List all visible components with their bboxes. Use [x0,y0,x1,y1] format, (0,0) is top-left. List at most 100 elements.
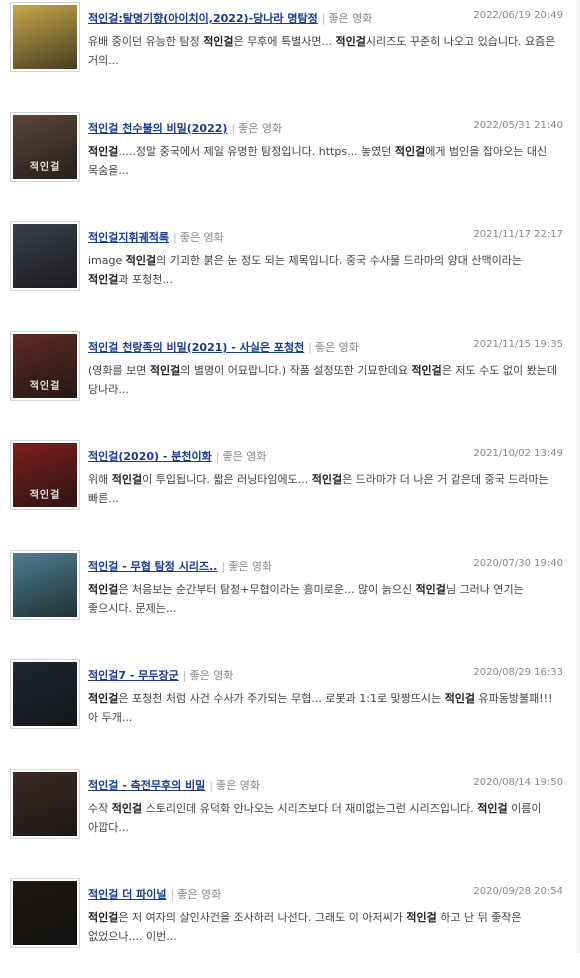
separator: | [215,450,220,463]
separator: | [221,559,226,573]
snippet-keyword: 적인걸 [444,692,476,705]
post-date: 2020/09/28 20:54 [473,886,563,897]
post-header: 적인걸 천수불의 비밀(2022) | 좋은 영화 2022/05/31 21:40 [88,120,563,136]
title-text: - 측전무후의 비밀 [118,778,206,792]
post-thumbnail[interactable] [10,549,80,620]
poster-image: 적인걸 [13,333,77,398]
snippet-keyword: 적인걸 [477,801,508,815]
snippet-text: image [88,254,126,267]
post-item: 적인걸7 - 무두장군 | 좋은 영화 2020/08/29 16:33 적인걸은 포청… [0,659,580,759]
post-title-link[interactable]: 적인걸 더 파이널 [88,888,167,901]
title-text: :탈명기향(아이치이,2022)-당나라 명탐정 [118,12,318,25]
post-item: 적인걸:탈명기향(아이치이,2022)-당나라 명탐정 | 좋은 영화 2022/06… [0,2,580,102]
post-thumbnail[interactable]: 적인걸 [10,330,80,401]
separator: | [182,669,187,682]
post-thumbnail[interactable] [10,221,80,291]
poster-caption: 적인걸 [29,380,61,392]
post-snippet: (영화를 보면 적인걸의 별명이 어묘랍니다.) 작품 설정또한 기묘한데요 적… [88,361,558,399]
snippet-text: 은 처음보는 순간부터 탐정+무협이라는 흥미로운... 많이 늙으신 [118,582,416,596]
snippet-keyword: 적인걸 [88,273,119,286]
snippet-text: 이 투입됩니다. 짧은 러닝타임에도... [142,473,312,486]
title-text: 천랑족의 비밀(2021) - 사실은 포청천 [118,340,305,354]
poster-image [13,881,77,945]
separator: | [170,888,175,901]
post-title-link[interactable]: 적인걸지휘궤적록 [88,231,169,244]
snippet-text: 유배 중이던 유능한 탐정 [88,35,204,48]
snippet-keyword: 적인걸 [311,473,343,486]
title-text: (2020) - 분천이화 [118,450,212,463]
post-title-link[interactable]: 적인걸 천수불의 비밀(2022) [88,122,227,135]
category-link[interactable]: 좋은 영화 [238,122,282,135]
post-item: 적인걸 - 측전무후의 비밀 | 좋은 영화 2020/08/14 19:50 수작 적… [0,768,580,869]
title-keyword: 적인걸 [88,121,119,135]
post-date: 2021/11/15 19:35 [473,338,563,350]
category-link[interactable]: 좋은 영화 [180,231,224,244]
post-item: 적인걸 적인걸(2020) - 분천이화 | 좋은 영화 2021/10/02 13:4… [0,440,580,540]
post-header: 적인걸(2020) - 분천이화 | 좋은 영화 2021/10/02 13:49 [88,448,563,464]
title-keyword: 적인걸 [88,778,119,792]
post-title-link[interactable]: 적인걸 천랑족의 비밀(2021) - 사실은 포청천 [88,341,304,354]
post-thumbnail[interactable] [10,768,80,839]
separator: | [209,778,213,792]
post-item: 적인걸지휘궤적록 | 좋은 영화 2021/11/17 22:17 image 적인걸의… [0,221,580,321]
post-thumbnail[interactable] [10,659,80,729]
post-thumbnail[interactable]: 적인걸 [10,440,80,510]
title-text: 천수불의 비밀(2022) [118,121,228,135]
separator: | [308,340,312,354]
post-title-link[interactable]: 적인걸(2020) - 분천이화 [88,450,212,463]
post-title-link[interactable]: 적인걸 - 무협 탐정 시리즈.. [88,560,217,573]
snippet-text: 의 기괴한 붉은 눈 정도 되는 제목입니다. 중국 수사물 드라마의 양대 산… [156,254,522,267]
title-keyword: 적인걸 [88,340,119,354]
post-snippet: 적인걸은 저 여자의 살인사건을 조사하러 나선다. 그래도 이 아저씨가 적인… [88,908,558,946]
poster-image [13,552,77,617]
category-link[interactable]: 좋은 영화 [189,669,233,682]
post-thumbnail[interactable]: 적인걸 [10,111,80,182]
post-title-link[interactable]: 적인걸7 - 무두장군 [88,669,179,682]
snippet-text: .....정말 중국에서 제일 유명한 탐정입니다. https... 놓였던 [118,144,395,158]
post-header: 적인걸 더 파이널 | 좋은 영화 2020/09/28 20:54 [88,886,563,902]
category-link[interactable]: 좋은 영화 [328,12,372,25]
post-date: 2020/08/29 16:33 [473,667,563,678]
post-snippet: 위해 적인걸이 투입됩니다. 짧은 러닝타임에도... 적인걸은 드라마가 더 … [88,470,558,508]
snippet-keyword: 적인걸 [415,582,446,596]
post-title-link[interactable]: 적인걸:탈명기향(아이치이,2022)-당나라 명탐정 [88,12,318,25]
title-keyword: 적인걸 [88,450,119,463]
separator: | [321,12,326,25]
post-date: 2020/07/30 19:40 [473,557,563,569]
poster-image: 적인걸 [13,114,77,179]
separator: | [231,121,236,135]
category-link[interactable]: 좋은 영화 [177,888,221,901]
post-thumbnail[interactable] [10,878,80,948]
snippet-keyword: 적인걸 [125,254,157,267]
snippet-text: 수작 [88,801,112,815]
category-link[interactable]: 좋은 영화 [222,450,266,463]
post-date: 2021/10/02 13:49 [473,448,563,459]
post-snippet: image 적인걸의 기괴한 붉은 눈 정도 되는 제목입니다. 중국 수사물 … [88,251,558,289]
snippet-keyword: 적인걸 [88,692,119,705]
category-link[interactable]: 좋은 영화 [315,341,359,354]
poster-image [13,5,77,69]
title-text: - 무협 탐정 시리즈.. [118,559,218,573]
post-date: 2022/06/19 20:49 [473,10,563,21]
snippet-keyword: 적인걸 [111,801,143,815]
post-item: 적인걸 더 파이널 | 좋은 영화 2020/09/28 20:54 적인걸은 저 여자… [0,878,580,978]
post-thumbnail[interactable] [10,2,80,72]
category-link[interactable]: 좋은 영화 [228,560,272,573]
title-text: 지휘궤적록 [118,231,169,244]
post-snippet: 유배 중이던 유능한 탐정 적인걸은 무후에 특별사면... 적인걸시리즈도 꾸… [88,32,558,70]
snippet-text: 의 별명이 어묘랍니다.) 작품 설정또한 기묘한데요 [180,363,412,377]
snippet-keyword: 적인걸 [394,144,426,158]
post-title-link[interactable]: 적인걸 - 측전무후의 비밀 [88,779,205,792]
category-link[interactable]: 좋은 영화 [216,779,260,792]
title-keyword: 적인걸 [88,888,119,901]
snippet-text: (영화를 보면 [88,363,150,377]
post-header: 적인걸 - 무협 탐정 시리즈.. | 좋은 영화 2020/07/30 19:40 [88,558,563,574]
post-item: 적인걸 적인걸 천수불의 비밀(2022) | 좋은 영화 2022/05/31 21:… [0,111,580,212]
poster-caption: 적인걸 [29,490,61,501]
poster-image [13,662,77,726]
separator: | [172,231,177,244]
snippet-keyword: 적인걸 [88,911,119,924]
post-header: 적인걸 천랑족의 비밀(2021) - 사실은 포청천 | 좋은 영화 2021/11… [88,339,563,355]
snippet-text: 은 저 여자의 살인사건을 조사하러 나선다. 그래도 이 아저씨가 [118,911,407,924]
title-keyword: 적인걸 [88,231,119,244]
